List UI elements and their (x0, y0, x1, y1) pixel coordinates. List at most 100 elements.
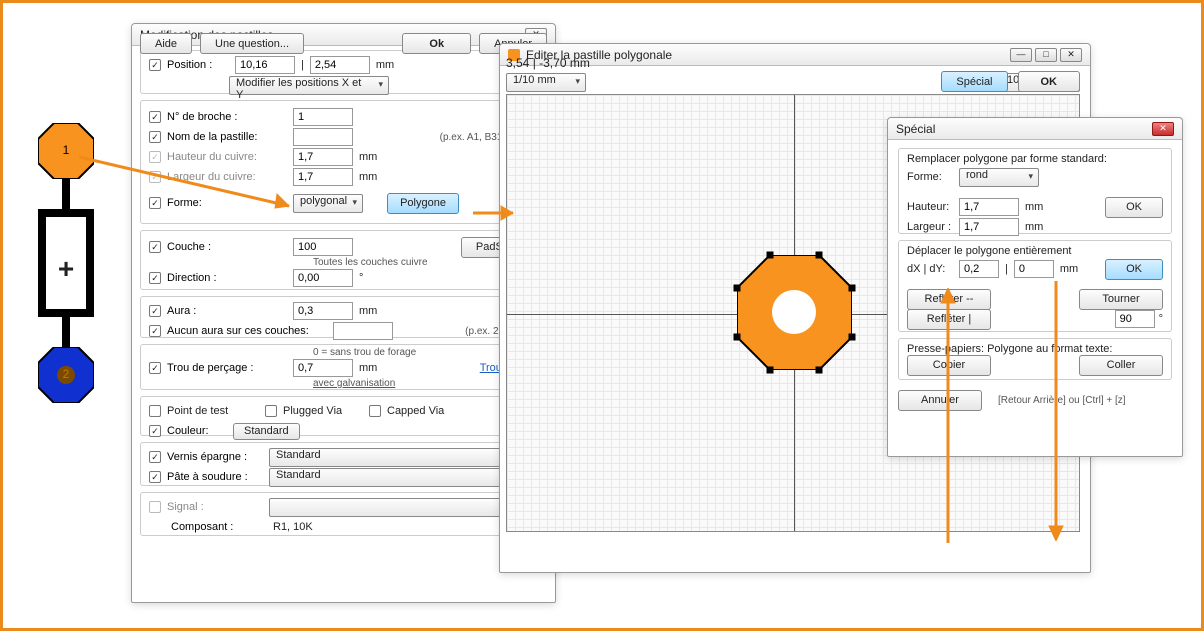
drill-unit: mm (359, 362, 377, 374)
pad-name-checkbox[interactable]: ✓ (149, 131, 161, 143)
color-button[interactable]: Standard (233, 423, 300, 440)
lead-top (62, 179, 70, 209)
handle[interactable] (734, 285, 741, 292)
modify-xy-select[interactable]: Modifier les positions X et Y (229, 76, 389, 95)
layer-label: Couche : (167, 241, 287, 253)
aura-unit: mm (359, 305, 377, 317)
pin-no-input[interactable] (293, 108, 353, 126)
help-button[interactable]: Aide (140, 33, 192, 54)
no-aura-checkbox[interactable]: ✓ (149, 325, 161, 337)
pad-name-input[interactable] (293, 128, 353, 146)
close-icon[interactable]: ✕ (1060, 48, 1082, 62)
width-input[interactable] (959, 218, 1019, 236)
move-ok-button[interactable]: OK (1105, 259, 1163, 280)
arrow-2 (473, 203, 528, 223)
handle[interactable] (767, 252, 774, 259)
height-label: Hauteur: (907, 201, 953, 213)
signal-label: Signal : (167, 501, 263, 513)
no-aura-label: Aucun aura sur ces couches: (167, 325, 327, 337)
capped-checkbox[interactable] (369, 405, 381, 417)
replace-ok-button[interactable]: OK (1105, 197, 1163, 218)
handle[interactable] (734, 334, 741, 341)
handle[interactable] (816, 367, 823, 374)
polygone-button[interactable]: Polygone (387, 193, 459, 214)
signal-checkbox (149, 501, 161, 513)
position-label: Position : (167, 59, 229, 71)
solder-select[interactable]: Standard (269, 448, 538, 467)
plugged-label: Plugged Via (283, 405, 363, 417)
special-button[interactable]: Spécial (941, 71, 1007, 92)
handle[interactable] (816, 252, 823, 259)
signal-select (269, 498, 538, 517)
handle[interactable] (849, 285, 856, 292)
dy-input[interactable] (1014, 260, 1054, 278)
paste-checkbox[interactable]: ✓ (149, 471, 161, 483)
color-label: Couleur: (167, 425, 227, 437)
height-input[interactable] (959, 198, 1019, 216)
plugged-checkbox[interactable] (265, 405, 277, 417)
close-icon[interactable]: ✕ (1152, 122, 1174, 136)
paste-button[interactable]: Coller (1079, 355, 1163, 376)
position-x-input[interactable] (235, 56, 295, 74)
aura-checkbox[interactable]: ✓ (149, 305, 161, 317)
forme-select[interactable]: rond (959, 168, 1039, 187)
unit-mm: mm (359, 151, 377, 163)
editor-ok-button[interactable]: OK (1018, 71, 1081, 92)
drill-input[interactable] (293, 359, 353, 377)
solder-checkbox[interactable]: ✓ (149, 451, 161, 463)
lead-bottom (62, 317, 70, 347)
unit-mm: mm (1060, 263, 1078, 275)
polygon-shape[interactable] (737, 255, 852, 370)
handle[interactable] (767, 367, 774, 374)
dx-input[interactable] (959, 260, 999, 278)
capped-label: Capped Via (387, 405, 444, 417)
component-label: Composant : (171, 521, 267, 533)
maximize-icon[interactable]: □ (1035, 48, 1057, 62)
minimize-icon[interactable]: — (1010, 48, 1032, 62)
forme-label: Forme: (907, 171, 953, 183)
aura-label: Aura : (167, 305, 287, 317)
drill-label: Trou de perçage : (167, 362, 287, 374)
arrow-3 (938, 288, 958, 543)
pin-no-label: N° de broche : (167, 111, 287, 123)
no-aura-input[interactable] (333, 322, 393, 340)
left-scale-select[interactable]: 1/10 mm (506, 73, 586, 92)
unit-mm: mm (1025, 221, 1043, 233)
drill-checkbox[interactable]: ✓ (149, 362, 161, 374)
angle-input[interactable] (1115, 310, 1155, 328)
rotate-button[interactable]: Tourner (1079, 289, 1163, 310)
testpoint-label: Point de test (167, 405, 259, 417)
unit-mm: mm (1025, 201, 1043, 213)
handle[interactable] (849, 334, 856, 341)
direction-input[interactable] (293, 269, 353, 287)
component-value: R1, 10K (273, 521, 313, 533)
position-y-input[interactable] (310, 56, 370, 74)
editor-title: Editer la pastille polygonale (526, 48, 1010, 62)
position-sep: | (301, 59, 304, 71)
annotated-screenshot: 1 + 2 Modification des pastilles ✕ ✓ Pos… (0, 0, 1204, 631)
position-checkbox[interactable]: ✓ (149, 59, 161, 71)
special-titlebar[interactable]: Spécial ✕ (888, 118, 1182, 140)
layer-checkbox[interactable]: ✓ (149, 241, 161, 253)
pad-2-number: 2 (38, 367, 94, 381)
direction-checkbox[interactable]: ✓ (149, 272, 161, 284)
color-checkbox[interactable]: ✓ (149, 425, 161, 437)
aura-input[interactable] (293, 302, 353, 320)
pin-no-checkbox[interactable]: ✓ (149, 111, 161, 123)
coords-readout: 3,54 | -3,70 mm (506, 56, 590, 70)
replace-label: Remplacer polygone par forme standard: (907, 153, 1163, 165)
unit-mm: mm (359, 171, 377, 183)
ok-button[interactable]: Ok (402, 33, 471, 54)
arrow-1 (79, 151, 309, 221)
plus-symbol: + (46, 253, 86, 285)
question-button[interactable]: Une question... (200, 33, 304, 54)
solder-label: Vernis épargne : (167, 451, 263, 463)
paste-label: Pâte à soudure : (167, 471, 263, 483)
deg-unit: ° (1159, 313, 1163, 325)
move-label: Déplacer le polygone entièrement (907, 245, 1163, 257)
paste-select[interactable]: Standard (269, 468, 538, 487)
layer-input[interactable] (293, 238, 353, 256)
direction-unit: ° (359, 272, 363, 284)
testpoint-checkbox[interactable] (149, 405, 161, 417)
pad-name-label: Nom de la pastille: (167, 131, 287, 143)
